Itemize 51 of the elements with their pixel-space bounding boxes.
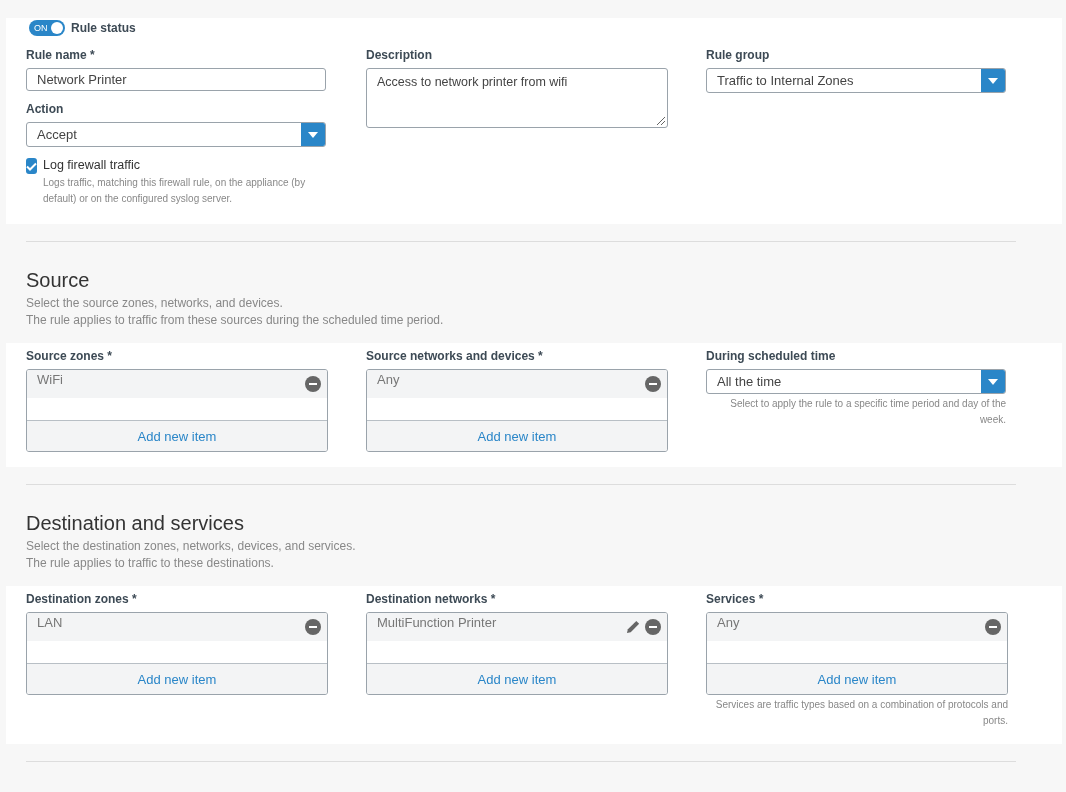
- list-item: MultiFunction Printer: [377, 615, 498, 630]
- list-item: WiFi: [37, 372, 64, 387]
- toggle-switch[interactable]: ON: [29, 20, 65, 36]
- list-item: LAN: [37, 615, 64, 630]
- list-item: Any: [377, 372, 401, 387]
- section-description: The rule applies to traffic from these sources during the scheduled time period.: [26, 312, 445, 329]
- field-label: Source zones *: [26, 349, 114, 363]
- add-item-button[interactable]: Add new item: [27, 421, 327, 451]
- hint-text: Select to apply the rule to a specific time period and day of the week.: [729, 397, 1006, 427]
- section-title: Destination and services: [26, 512, 245, 535]
- section-description: Select the destination zones, networks, devices, and services.: [26, 538, 357, 555]
- section-description: The rule applies to traffic to these destinations.: [26, 555, 275, 572]
- remove-icon[interactable]: [985, 619, 1001, 635]
- text-area[interactable]: Access to network printer from wifi: [366, 68, 668, 128]
- dropdown-button[interactable]: [981, 69, 1005, 92]
- dropdown-field[interactable]: All the time: [706, 369, 1006, 394]
- add-item-button[interactable]: Add new item: [27, 664, 327, 694]
- caret-icon: [308, 131, 318, 138]
- dropdown-button[interactable]: [981, 370, 1005, 393]
- field-label: Services *: [706, 592, 765, 606]
- caret-icon: [988, 77, 998, 84]
- pencil-icon[interactable]: [626, 619, 641, 634]
- list-item: Any: [717, 615, 741, 630]
- field-label: Rule group: [706, 48, 771, 62]
- field-label: Destination networks *: [366, 592, 497, 606]
- input-field[interactable]: Network Printer: [26, 68, 326, 91]
- dropdown-field[interactable]: Accept: [26, 122, 326, 147]
- field-label: Destination zones *: [26, 592, 138, 606]
- dropdown-field[interactable]: Traffic to Internal Zones: [706, 68, 1006, 93]
- remove-icon[interactable]: [305, 376, 321, 392]
- dropdown-button[interactable]: [301, 123, 325, 146]
- hint-text: Logs traffic, matching this firewall rule, on the appliance (by default) or on the configured syslog server.: [43, 176, 307, 206]
- add-item-button[interactable]: Add new item: [707, 664, 1007, 694]
- hint-text: Services are traffic types based on a combination of protocols and ports.: [714, 698, 1008, 728]
- field-label: Source networks and devices *: [366, 349, 544, 363]
- section-title: Source: [26, 269, 91, 292]
- add-item-button[interactable]: Add new item: [367, 421, 667, 451]
- resize-handle-icon[interactable]: [657, 117, 665, 125]
- remove-icon[interactable]: [645, 619, 661, 635]
- field-label: Action: [26, 102, 65, 116]
- section-description: Select the source zones, networks, and devices.: [26, 295, 284, 312]
- checkbox[interactable]: [26, 158, 37, 174]
- field-label: During scheduled time: [706, 349, 837, 363]
- toggle-label: Rule status: [71, 21, 136, 35]
- field-label: Rule name *: [26, 48, 96, 62]
- remove-icon[interactable]: [645, 376, 661, 392]
- remove-icon[interactable]: [305, 619, 321, 635]
- field-label: Description: [366, 48, 433, 62]
- caret-icon: [988, 378, 998, 385]
- add-item-button[interactable]: Add new item: [367, 664, 667, 694]
- checkbox-label: Log firewall traffic: [43, 158, 142, 172]
